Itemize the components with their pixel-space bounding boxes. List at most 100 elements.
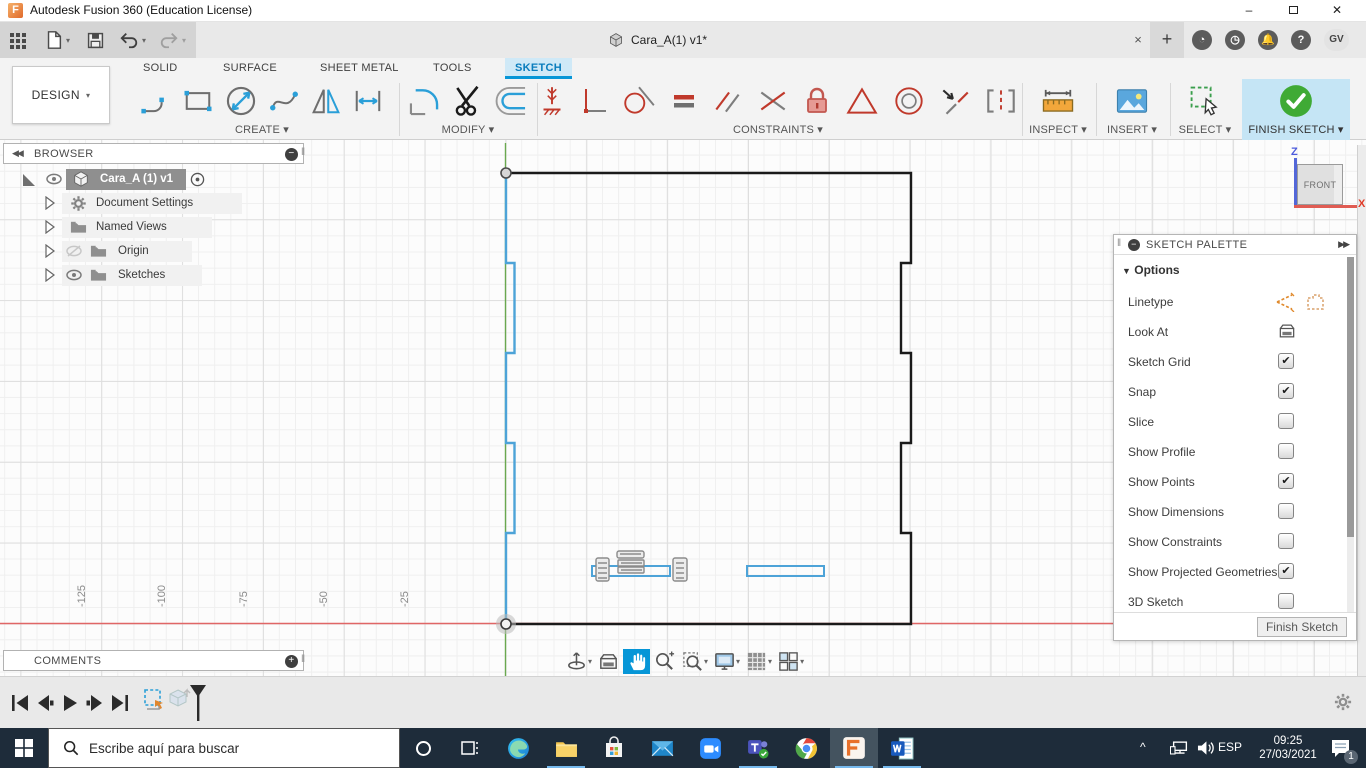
- app-grid-icon[interactable]: [8, 28, 28, 52]
- group-label-select[interactable]: SELECT ▾: [1172, 123, 1238, 136]
- group-label-insert[interactable]: INSERT ▾: [1100, 123, 1164, 136]
- step-back-icon[interactable]: [33, 691, 57, 715]
- taskbar-app-edge[interactable]: [494, 728, 542, 768]
- group-finish-sketch[interactable]: FINISH SKETCH ▾: [1242, 79, 1350, 140]
- sketch-grid-checkbox[interactable]: [1278, 353, 1294, 369]
- projection-linetype-icon[interactable]: [1304, 292, 1326, 312]
- fix-lock-constraint-icon[interactable]: [801, 84, 833, 118]
- fit-icon[interactable]: ▾: [679, 649, 710, 674]
- vertex-point[interactable]: [500, 167, 512, 179]
- coincident-constraint-icon[interactable]: [756, 84, 790, 118]
- zoom-icon[interactable]: [651, 649, 678, 674]
- new-tab-button[interactable]: +: [1150, 22, 1184, 58]
- start-button[interactable]: [0, 728, 48, 768]
- profile-outline[interactable]: [506, 171, 913, 626]
- concentric-constraint-icon[interactable]: [891, 84, 927, 118]
- hidden-icons-chevron[interactable]: ^: [1140, 740, 1146, 754]
- expander-closed-icon[interactable]: [44, 268, 56, 282]
- finish-sketch-check-icon[interactable]: [1276, 81, 1316, 121]
- dimension-tool-icon[interactable]: [350, 83, 386, 119]
- play-icon[interactable]: [58, 691, 82, 715]
- minimize-panel-icon[interactable]: −: [285, 148, 298, 161]
- slice-checkbox[interactable]: [1278, 413, 1294, 429]
- parallel-constraint-icon[interactable]: [711, 84, 745, 118]
- taskbar-app-fusion-360[interactable]: [830, 728, 878, 768]
- look-at-icon[interactable]: [1277, 321, 1297, 341]
- panel-grip-icon[interactable]: ‖: [301, 654, 306, 665]
- show-projected-geometries-checkbox[interactable]: [1278, 563, 1294, 579]
- panel-grip-icon[interactable]: ‖: [301, 147, 306, 158]
- show-points-checkbox[interactable]: [1278, 473, 1294, 489]
- viewports-icon[interactable]: ▾: [775, 649, 806, 674]
- origin-point[interactable]: [500, 618, 512, 630]
- display-settings-icon[interactable]: ▾: [711, 649, 742, 674]
- tree-item-label[interactable]: Named Views: [96, 221, 167, 233]
- group-label-create[interactable]: CREATE ▾: [126, 123, 398, 136]
- extensions-icon[interactable]: ◔: [1192, 30, 1212, 50]
- taskbar-app-file-explorer[interactable]: [542, 728, 590, 768]
- tab-sheet-metal[interactable]: SHEET METAL: [310, 58, 409, 79]
- tab-tools[interactable]: TOOLS: [423, 58, 482, 79]
- undo-icon[interactable]: ▾: [118, 28, 146, 52]
- redo-icon[interactable]: ▾: [158, 28, 186, 52]
- tangent-constraint-icon[interactable]: [621, 84, 657, 118]
- avatar[interactable]: GV: [1324, 29, 1349, 51]
- mirror-tool-icon[interactable]: [308, 83, 344, 119]
- minimize-button[interactable]: –: [1232, 0, 1266, 22]
- tree-root-label[interactable]: Cara_A (1) v1: [100, 173, 173, 185]
- speaker-icon[interactable]: [1196, 740, 1215, 756]
- spline-tool-icon[interactable]: [266, 83, 302, 119]
- offset-tool-icon[interactable]: [493, 82, 531, 120]
- help-icon[interactable]: ?: [1291, 30, 1311, 50]
- show-constraints-checkbox[interactable]: [1278, 533, 1294, 549]
- expander-open-icon[interactable]: [22, 173, 36, 187]
- show-dimensions-checkbox[interactable]: [1278, 503, 1294, 519]
- group-label-modify[interactable]: MODIFY ▾: [402, 123, 534, 136]
- workspace-selector[interactable]: DESIGN ▾: [12, 66, 110, 124]
- taskbar-app-mail[interactable]: [638, 728, 686, 768]
- step-forward-icon[interactable]: [83, 691, 107, 715]
- symmetry-constraint-icon[interactable]: [983, 84, 1019, 118]
- palette-scrollbar[interactable]: [1347, 257, 1354, 613]
- clock-icon[interactable]: ◷: [1225, 30, 1245, 50]
- tree-row-document-settings[interactable]: Document Settings: [6, 192, 296, 216]
- document-tab[interactable]: Cara_A(1) v1*: [608, 22, 707, 58]
- panel-grip-icon[interactable]: ‖: [1117, 238, 1122, 249]
- skip-end-icon[interactable]: [108, 691, 132, 715]
- collapse-panel-icon[interactable]: ◀◀: [12, 148, 24, 159]
- midpoint-constraint-icon[interactable]: [938, 84, 972, 118]
- construction-linetype-icon[interactable]: [1274, 292, 1296, 312]
- tree-item-label[interactable]: Sketches: [118, 269, 165, 281]
- tree-item-label[interactable]: Origin: [118, 245, 149, 257]
- sketch-slot-right[interactable]: [746, 565, 825, 577]
- measure-icon[interactable]: [1039, 82, 1077, 120]
- show-profile-checkbox[interactable]: [1278, 443, 1294, 459]
- gear-icon[interactable]: [1334, 693, 1352, 711]
- image-icon[interactable]: [1113, 82, 1151, 120]
- look-at-icon[interactable]: [595, 649, 622, 674]
- expander-closed-icon[interactable]: [44, 220, 56, 234]
- group-label-finish-sketch[interactable]: FINISH SKETCH ▾: [1242, 123, 1350, 136]
- eye-icon[interactable]: [46, 173, 62, 185]
- save-icon[interactable]: [86, 28, 105, 52]
- tab-solid[interactable]: SOLID: [133, 58, 188, 79]
- expander-closed-icon[interactable]: [44, 244, 56, 258]
- tree-row-origin[interactable]: Origin: [6, 240, 296, 264]
- minimize-panel-icon[interactable]: −: [1128, 239, 1140, 251]
- tab-sketch[interactable]: SKETCH: [505, 58, 573, 79]
- skip-start-icon[interactable]: [8, 691, 32, 715]
- taskbar-app-chrome[interactable]: [782, 728, 830, 768]
- sketch-feature-icon[interactable]: [142, 687, 166, 711]
- eye-off-icon[interactable]: [66, 245, 82, 257]
- grid-settings-icon[interactable]: ▾: [743, 649, 774, 674]
- finish-sketch-button[interactable]: Finish Sketch: [1256, 617, 1347, 637]
- circle-tool-icon[interactable]: [222, 82, 260, 120]
- timeline-position-marker[interactable]: [188, 683, 208, 723]
- group-label-inspect[interactable]: INSPECT ▾: [1026, 123, 1090, 136]
- group-label-constraints[interactable]: CONSTRAINTS ▾: [541, 123, 1015, 136]
- eye-icon[interactable]: [66, 269, 82, 281]
- expander-closed-icon[interactable]: [44, 196, 56, 210]
- component-feature-icon[interactable]: [166, 685, 191, 709]
- browser-header[interactable]: ◀◀ BROWSER − ‖: [3, 143, 306, 164]
- fillet-tool-icon[interactable]: [405, 82, 443, 120]
